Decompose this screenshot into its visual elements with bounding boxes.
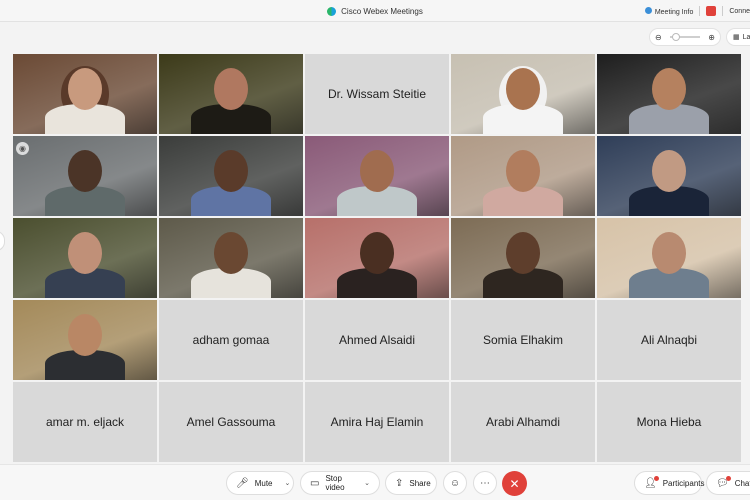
participant-video-tile[interactable] [159, 54, 303, 134]
title-bar: Cisco Webex Meetings Meeting Info Conne [0, 0, 750, 22]
chat-label: Chat [734, 478, 750, 488]
divider [699, 6, 701, 16]
participant-video-tile[interactable] [305, 136, 449, 216]
participant-video-tile[interactable] [159, 136, 303, 216]
participant-name: Amira Haj Elamin [330, 415, 424, 429]
notification-dot [653, 475, 659, 481]
smiley-icon: ☺ [449, 477, 461, 489]
participant-face [652, 68, 686, 110]
participants-button[interactable]: 👤︎ Participants [634, 471, 705, 495]
microphone-icon: 🎤︎ [236, 477, 249, 489]
participant-face [214, 68, 248, 110]
participant-face [214, 232, 248, 274]
recording-icon[interactable] [706, 6, 717, 16]
participant-grid: Dr. Wissam Steitie ◉ adham gomaa Ahmed Alsa… [13, 54, 741, 462]
connect-label[interactable]: Conne [729, 8, 750, 15]
participant-video-tile[interactable] [305, 218, 449, 298]
participant-face [360, 150, 394, 192]
participant-face [506, 68, 540, 110]
participant-name: Dr. Wissam Steitie [327, 87, 426, 101]
participant-tile[interactable]: Ali Alnaqbi [597, 300, 741, 380]
participant-tile[interactable]: Amel Gassouma [159, 382, 303, 462]
pin-icon[interactable]: ◉ [16, 142, 29, 155]
share-label: Share [409, 478, 431, 488]
chevron-down-icon[interactable]: ⌄ [285, 479, 291, 487]
participant-name: adham gomaa [192, 333, 270, 347]
chevron-down-icon[interactable]: ⌄ [364, 479, 370, 487]
participant-video-tile[interactable]: ◉ [13, 136, 157, 216]
participant-name: Arabi Alhamdi [485, 415, 561, 429]
participant-name: Ali Alnaqbi [640, 333, 698, 347]
more-options-button[interactable]: ⋯ [473, 471, 497, 495]
grid-icon: ▦ [733, 34, 740, 41]
participant-tile[interactable]: adham gomaa [159, 300, 303, 380]
participant-video-tile[interactable] [597, 136, 741, 216]
participant-video-tile[interactable] [451, 218, 595, 298]
info-icon [644, 6, 652, 14]
participant-name: Somia Elhakim [482, 333, 564, 347]
participant-face [68, 314, 102, 356]
participant-face [506, 150, 540, 192]
participant-video-tile[interactable] [13, 218, 157, 298]
participant-face [360, 232, 394, 274]
participant-video-tile[interactable] [597, 218, 741, 298]
layout-button[interactable]: ▦ La [726, 28, 750, 46]
participant-tile[interactable]: Amira Haj Elamin [305, 382, 449, 462]
chat-button[interactable]: 💬︎ Chat [706, 471, 750, 495]
leave-icon: ✕ [509, 476, 520, 491]
title-right-controls: Meeting Info Conne [644, 0, 750, 22]
participant-face [214, 150, 248, 192]
mute-label: Mute [254, 478, 273, 488]
more-icon: ⋯ [480, 477, 490, 489]
participant-video-tile[interactable] [451, 136, 595, 216]
reactions-button[interactable]: ☺ [443, 471, 467, 495]
participant-video-tile[interactable] [13, 300, 157, 380]
participant-video-tile[interactable] [13, 54, 157, 134]
webex-logo-icon [327, 6, 337, 16]
participant-face [652, 232, 686, 274]
participant-tile[interactable]: Somia Elhakim [451, 300, 595, 380]
participant-name: amar m. eljack [45, 415, 125, 429]
participant-video-tile[interactable] [597, 54, 741, 134]
mute-button[interactable]: 🎤︎ Mute ⌄ [226, 471, 294, 495]
divider [722, 6, 724, 16]
zoom-out-icon[interactable]: ⊖ [655, 33, 662, 42]
side-panel-handle[interactable] [0, 231, 5, 251]
meeting-info-button[interactable]: Meeting Info [644, 6, 694, 16]
participants-icon: 👤︎ [644, 475, 659, 489]
participant-name: Mona Hieba [636, 415, 702, 429]
participant-tile[interactable]: Arabi Alhamdi [451, 382, 595, 462]
zoom-in-icon[interactable]: ⊕ [708, 33, 715, 42]
layout-label: La [742, 33, 750, 41]
participant-tile[interactable]: Mona Hieba [597, 382, 741, 462]
participant-face [68, 232, 102, 274]
participant-face [68, 68, 102, 110]
participants-label: Participants [662, 478, 705, 488]
share-icon: ⇪ [395, 477, 404, 489]
share-button[interactable]: ⇪ Share [385, 471, 437, 495]
participant-video-tile[interactable] [451, 54, 595, 134]
participant-tile[interactable]: Ahmed Alsaidi [305, 300, 449, 380]
participant-tile[interactable]: Dr. Wissam Steitie [305, 54, 449, 134]
participant-name: Amel Gassouma [186, 415, 276, 429]
meeting-control-bar: 🎤︎ Mute ⌄ ▭ Stop video ⌄ ⇪ Share ☺ ⋯ ✕ 👤… [0, 464, 750, 500]
meeting-info-label: Meeting Info [654, 8, 694, 16]
participant-face [506, 232, 540, 274]
participant-tile[interactable]: amar m. eljack [13, 382, 157, 462]
chat-icon: 💬︎ [716, 475, 731, 489]
app-title: Cisco Webex Meetings [0, 0, 750, 22]
participant-video-tile[interactable] [159, 218, 303, 298]
zoom-slider[interactable] [670, 33, 700, 41]
stop-video-label: Stop video [325, 474, 345, 492]
zoom-slider-knob[interactable] [672, 33, 680, 41]
zoom-control[interactable]: ⊖ ⊕ [649, 28, 721, 46]
video-camera-icon: ▭ [310, 477, 320, 489]
notification-dot [725, 475, 731, 481]
leave-meeting-button[interactable]: ✕ [502, 471, 527, 496]
participant-face [68, 150, 102, 192]
participant-name: Ahmed Alsaidi [338, 333, 416, 347]
stop-video-button[interactable]: ▭ Stop video ⌄ [300, 471, 380, 495]
window-title: Cisco Webex Meetings [341, 6, 423, 16]
participant-face [652, 150, 686, 192]
